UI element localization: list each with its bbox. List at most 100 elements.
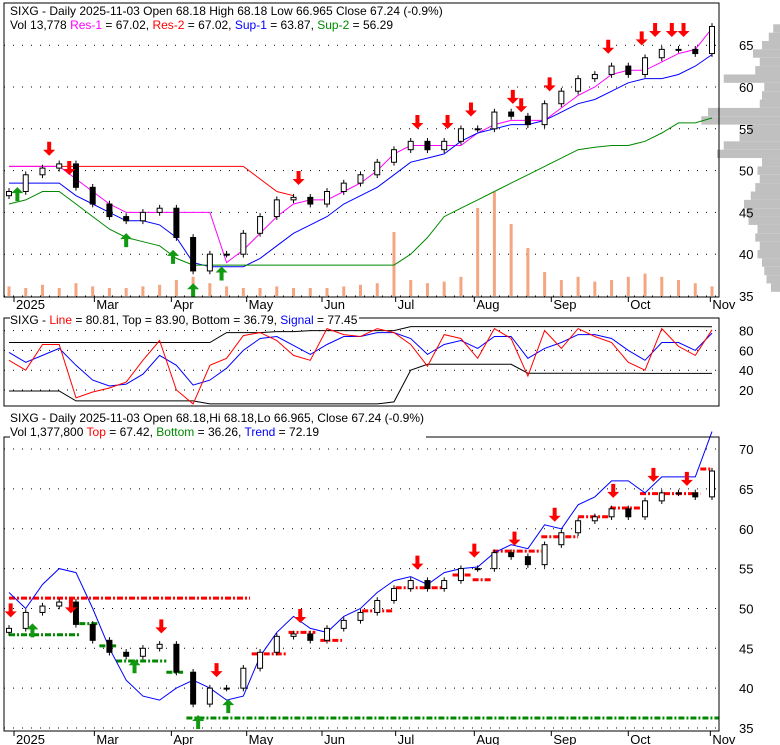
candle-body bbox=[407, 580, 414, 590]
osc-signal-label: Signal bbox=[280, 313, 314, 327]
bottom-candle bbox=[424, 577, 431, 592]
candle-body bbox=[625, 65, 632, 75]
top-candle bbox=[709, 23, 715, 57]
candle-body bbox=[591, 516, 598, 522]
volume-profile-bar bbox=[762, 91, 780, 100]
sell-arrow-icon bbox=[292, 170, 305, 185]
month-label-top: May bbox=[249, 297, 274, 312]
sell-arrow-icon bbox=[210, 663, 223, 678]
bottom-header-line2: Vol 1,377,800 Top = 67.42, Bottom = 36.2… bbox=[10, 425, 424, 439]
sell-arrow-icon bbox=[508, 531, 521, 546]
bottom-candle bbox=[591, 513, 598, 524]
top-candle bbox=[190, 234, 197, 275]
top-axis-tick-label: 45 bbox=[739, 205, 753, 220]
volume-bar bbox=[610, 280, 614, 296]
candle-body bbox=[390, 149, 397, 163]
candle-body bbox=[357, 611, 364, 621]
volume-bar bbox=[292, 288, 296, 296]
volume-bar bbox=[225, 286, 229, 296]
volume-profile-bar bbox=[759, 241, 780, 251]
bottom-axis-tick-label: 55 bbox=[739, 562, 753, 577]
chart-canvas: 65 60 55 50 45 40 35 2025 Mar Apr May Jun Jul Aug Sep O… bbox=[3, 2, 780, 745]
bottom-candle bbox=[22, 609, 29, 632]
month-label-bottom: May bbox=[249, 732, 274, 745]
top-candle bbox=[56, 160, 63, 172]
top-axis-tick-label: 60 bbox=[739, 80, 753, 95]
candle-body bbox=[508, 552, 515, 558]
top-candle bbox=[72, 160, 79, 191]
volume-bar bbox=[643, 273, 647, 296]
month-label-bottom: Apr bbox=[173, 732, 194, 745]
candle-body bbox=[290, 633, 297, 637]
candle-body bbox=[374, 161, 381, 176]
candle-body bbox=[240, 232, 247, 255]
top-header-line2: Vol 13,778 Res-1 = 67.02, Res-2 = 67.02,… bbox=[10, 18, 443, 32]
candle-body bbox=[407, 140, 414, 151]
osc-axis-tick-label: 20 bbox=[739, 383, 753, 398]
top-candle bbox=[257, 213, 264, 237]
candle-body bbox=[491, 552, 498, 570]
candle-body bbox=[541, 103, 548, 126]
month-label-top: 2025 bbox=[16, 297, 45, 312]
candle-body bbox=[173, 207, 180, 238]
bottom-candle bbox=[558, 529, 565, 548]
bottom-axis-tick-label: 50 bbox=[739, 601, 753, 616]
sup1-line bbox=[9, 54, 713, 268]
candle-body bbox=[307, 196, 314, 205]
candle-body bbox=[591, 73, 598, 80]
bottom-candle bbox=[223, 684, 230, 692]
bottom-candle bbox=[240, 665, 247, 692]
candle-body bbox=[123, 216, 130, 222]
top-panel-frame bbox=[3, 2, 720, 298]
bottom-candle bbox=[474, 565, 481, 572]
bottom-candle bbox=[340, 617, 347, 632]
volume-bar bbox=[40, 284, 44, 296]
bottom-candle bbox=[72, 598, 79, 628]
bottom-candle bbox=[374, 597, 381, 616]
volume-bar bbox=[325, 288, 329, 296]
candle-body bbox=[390, 588, 397, 601]
bottom-candle bbox=[56, 598, 63, 610]
volume-bar bbox=[107, 288, 111, 296]
sell-arrow-icon bbox=[468, 543, 481, 558]
top-label: Top bbox=[86, 425, 106, 439]
sell-arrow-icon bbox=[649, 23, 662, 38]
bottom-candle bbox=[106, 637, 113, 656]
candle-body bbox=[257, 216, 264, 234]
volume-bar bbox=[342, 286, 346, 296]
top-candle bbox=[307, 194, 314, 208]
top-header-line1: SIXG - Daily 2025-11-03 Open 68.18 High … bbox=[10, 4, 443, 18]
volume-bar bbox=[24, 288, 28, 296]
top-axis-tick-label: 55 bbox=[739, 122, 753, 137]
candle-body bbox=[541, 544, 548, 566]
candle-body bbox=[22, 174, 29, 192]
top-candle bbox=[324, 188, 331, 208]
candle-body bbox=[575, 78, 582, 92]
buy-arrow-icon bbox=[167, 249, 180, 264]
candle-body bbox=[524, 115, 531, 126]
bottom-candle bbox=[642, 497, 649, 520]
buy-arrow-icon bbox=[215, 266, 228, 281]
candle-body bbox=[139, 647, 146, 657]
bottom-candle bbox=[709, 467, 715, 501]
osc-symbol: SIXG - bbox=[10, 313, 50, 327]
top-candle bbox=[106, 200, 113, 220]
candle-body bbox=[340, 182, 347, 192]
bottom-candle bbox=[156, 641, 163, 652]
volume-bar bbox=[509, 224, 513, 296]
top-candle bbox=[390, 146, 397, 166]
candle-body bbox=[72, 163, 79, 188]
top-candle bbox=[642, 54, 649, 78]
volume-bar bbox=[693, 283, 697, 296]
candle-body bbox=[508, 111, 515, 117]
bottom-candle bbox=[190, 669, 197, 708]
volume-profile-bar bbox=[759, 57, 780, 67]
candle-body bbox=[123, 651, 130, 657]
bottom-candle bbox=[173, 641, 180, 676]
bottom-candle bbox=[390, 585, 397, 604]
volume-bar bbox=[258, 288, 262, 296]
top-candle bbox=[558, 87, 565, 108]
volume-bar bbox=[208, 283, 212, 296]
bottom-header-line1: SIXG - Daily 2025-11-03 Open 68.18,Hi 68… bbox=[10, 411, 425, 425]
volume-bar bbox=[174, 280, 178, 296]
